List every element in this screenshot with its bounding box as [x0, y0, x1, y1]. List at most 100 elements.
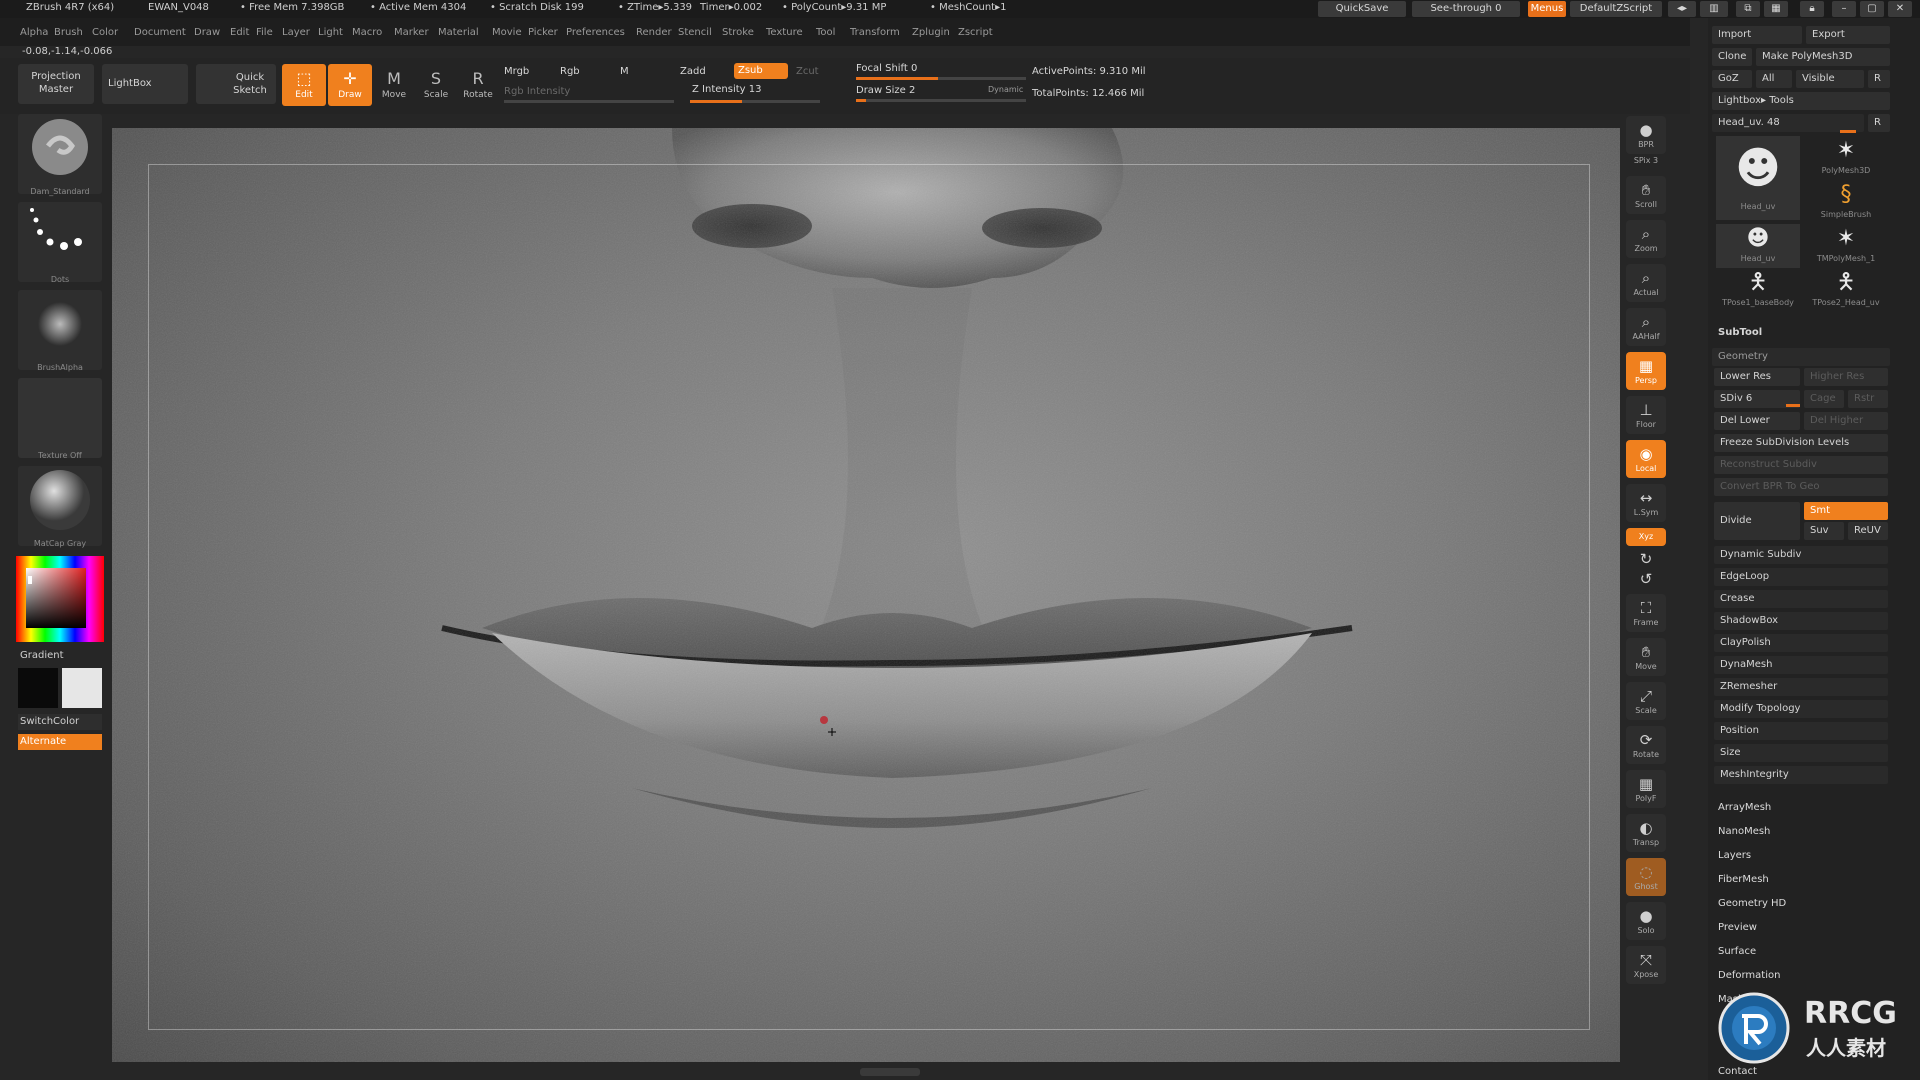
stroke-thumbnail[interactable]: Dots	[18, 202, 102, 284]
palette-icon[interactable]: ▦	[1764, 1, 1788, 17]
edit-button[interactable]: ⬚ Edit	[282, 64, 326, 106]
dock-icon[interactable]: ⧉	[1736, 1, 1760, 17]
draw-size-track[interactable]	[856, 99, 1026, 102]
maximize-icon[interactable]: ▢	[1860, 1, 1884, 17]
menu-brush[interactable]: Brush	[54, 27, 83, 38]
preview-section[interactable]: Preview	[1718, 922, 1757, 933]
rgb-button[interactable]: Rgb	[560, 66, 580, 77]
rotate-view-button[interactable]: ⟳ Rotate	[1626, 726, 1666, 764]
color-picker[interactable]	[16, 556, 104, 642]
arraymesh-section[interactable]: ArrayMesh	[1718, 802, 1771, 813]
meshintegrity-section[interactable]: MeshIntegrity	[1714, 766, 1888, 784]
goz-r-button[interactable]: R	[1868, 70, 1890, 88]
menu-file[interactable]: File	[256, 27, 273, 38]
secondary-color-swatch[interactable]	[62, 668, 102, 708]
menu-document[interactable]: Document	[134, 27, 186, 38]
smt-toggle[interactable]: Smt	[1804, 502, 1888, 520]
bottom-tray-handle[interactable]	[860, 1068, 920, 1076]
dynamesh-section[interactable]: DynaMesh	[1714, 656, 1888, 674]
brush-thumbnail[interactable]: Dam_Standard	[18, 114, 102, 196]
gradient-label[interactable]: Gradient	[20, 650, 64, 661]
export-button[interactable]: Export	[1806, 26, 1890, 44]
tool-thumb-head-small[interactable]: ☻ Head_uv	[1716, 224, 1800, 268]
minimize-icon[interactable]: –	[1832, 1, 1856, 17]
mrgb-button[interactable]: Mrgb	[504, 66, 529, 77]
tool-thumb-head-large[interactable]: ☻ Head_uv	[1716, 136, 1800, 220]
zoom-button[interactable]: ⌕ Zoom	[1626, 220, 1666, 258]
zadd-button[interactable]: Zadd	[680, 66, 706, 77]
divide-button[interactable]: Divide	[1714, 502, 1800, 540]
menu-tool[interactable]: Tool	[816, 27, 835, 38]
menu-render[interactable]: Render	[636, 27, 672, 38]
layers-section[interactable]: Layers	[1718, 850, 1751, 861]
rgb-intensity-track[interactable]	[504, 100, 674, 103]
layout-bars-icon[interactable]: ▥	[1700, 1, 1728, 17]
deformation-section[interactable]: Deformation	[1718, 970, 1780, 981]
suv-toggle[interactable]: Suv	[1804, 522, 1844, 540]
claypolish-section[interactable]: ClayPolish	[1714, 634, 1888, 652]
menu-layer[interactable]: Layer	[282, 27, 310, 38]
del-lower-button[interactable]: Del Lower	[1714, 412, 1800, 430]
move-button[interactable]: M Move	[372, 64, 416, 106]
focal-shift-track[interactable]	[856, 77, 1026, 80]
geometry-section[interactable]: Geometry	[1712, 348, 1890, 366]
tool-thumb-simplebrush[interactable]: § SimpleBrush	[1804, 180, 1888, 224]
tool-thumb-tpose1[interactable]: 🯅 TPose1_baseBody	[1716, 268, 1800, 312]
quick-sketch-button[interactable]: Quick Sketch	[196, 64, 276, 104]
menu-material[interactable]: Material	[438, 27, 479, 38]
rotate-y-icon[interactable]: ↻	[1626, 550, 1666, 568]
subtool-section[interactable]: SubTool	[1712, 324, 1890, 342]
aahalf-button[interactable]: ⌕ AAHalf	[1626, 308, 1666, 346]
m-button[interactable]: M	[620, 66, 629, 77]
goz-visible-button[interactable]: Visible	[1796, 70, 1864, 88]
scroll-button[interactable]: ✋︎ Scroll	[1626, 176, 1666, 214]
draw-button[interactable]: ✛ Draw	[328, 64, 372, 106]
rotate-z-icon[interactable]: ↺	[1626, 570, 1666, 588]
transp-button[interactable]: ◐ Transp	[1626, 814, 1666, 852]
defaultzscript-button[interactable]: DefaultZScript	[1570, 1, 1662, 17]
spix-slider[interactable]: SPix 3	[1626, 156, 1666, 174]
lower-res-button[interactable]: Lower Res	[1714, 368, 1800, 386]
menu-preferences[interactable]: Preferences	[566, 27, 625, 38]
zcut-button[interactable]: Zcut	[796, 66, 819, 77]
menu-edit[interactable]: Edit	[230, 27, 249, 38]
projection-master-button[interactable]: Projection Master	[18, 64, 94, 104]
modify-topology-section[interactable]: Modify Topology	[1714, 700, 1888, 718]
rstr-button[interactable]: Rstr	[1848, 390, 1888, 408]
make-polymesh-button[interactable]: Make PolyMesh3D	[1756, 48, 1890, 66]
geometry-hd-section[interactable]: Geometry HD	[1718, 898, 1786, 909]
shadowbox-section[interactable]: ShadowBox	[1714, 612, 1888, 630]
alpha-thumbnail[interactable]: BrushAlpha	[18, 290, 102, 372]
goz-all-button[interactable]: All	[1756, 70, 1792, 88]
menus-button[interactable]: Menus	[1528, 1, 1566, 17]
scale-view-button[interactable]: ⤢ Scale	[1626, 682, 1666, 720]
menu-movie[interactable]: Movie	[492, 27, 522, 38]
solo-button[interactable]: ● Solo	[1626, 902, 1666, 940]
bpr-button[interactable]: ● BPR	[1626, 116, 1666, 154]
surface-section[interactable]: Surface	[1718, 946, 1756, 957]
switchcolor-button[interactable]: SwitchColor	[18, 714, 102, 730]
convert-bpr-button[interactable]: Convert BPR To Geo	[1714, 478, 1888, 496]
menu-light[interactable]: Light	[318, 27, 343, 38]
reuv-button[interactable]: ReUV	[1848, 522, 1888, 540]
menu-draw[interactable]: Draw	[194, 27, 220, 38]
menu-alpha[interactable]: Alpha	[20, 27, 48, 38]
lsym-button[interactable]: ↔ L.Sym	[1626, 484, 1666, 522]
dynamic-toggle[interactable]: Dynamic	[988, 85, 1023, 94]
see-through-slider[interactable]: See-through 0	[1412, 1, 1520, 17]
material-thumbnail[interactable]: MatCap Gray	[18, 466, 102, 548]
scale-button[interactable]: S Scale	[414, 64, 458, 106]
goz-button[interactable]: GoZ	[1712, 70, 1752, 88]
xpose-button[interactable]: ⤧ Xpose	[1626, 946, 1666, 984]
reconstruct-subdiv-button[interactable]: Reconstruct Subdiv	[1714, 456, 1888, 474]
zremesher-section[interactable]: ZRemesher	[1714, 678, 1888, 696]
position-section[interactable]: Position	[1714, 722, 1888, 740]
rgb-intensity-slider[interactable]: Rgb Intensity	[504, 86, 570, 97]
del-higher-button[interactable]: Del Higher	[1804, 412, 1888, 430]
xyz-button[interactable]: Xyz	[1626, 528, 1666, 546]
lightbox-tools-button[interactable]: Lightbox▸ Tools	[1712, 92, 1890, 110]
actual-button[interactable]: ⌕ Actual	[1626, 264, 1666, 302]
frame-button[interactable]: ⛶ Frame	[1626, 594, 1666, 632]
alternate-button[interactable]: Alternate	[18, 734, 102, 750]
nanomesh-section[interactable]: NanoMesh	[1718, 826, 1770, 837]
